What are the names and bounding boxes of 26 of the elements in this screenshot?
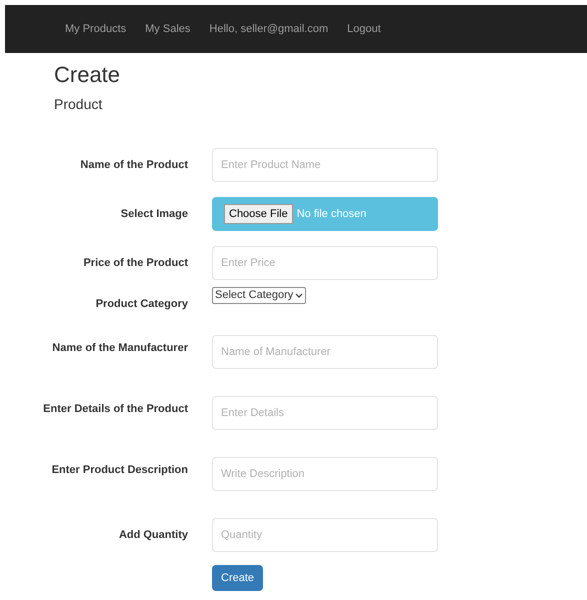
field-label: Enter Details of the Product [42,402,188,417]
field-label: Enter Product Description [50,463,188,478]
field-label: Select Image [120,207,188,222]
text-input-field[interactable]: Name of Manufacturer [212,335,438,369]
field-label: Product Category [94,297,188,312]
create-button[interactable]: Create [212,565,264,592]
nav-link[interactable]: Logout [347,20,381,38]
nav-link[interactable]: My Sales [145,20,190,38]
file-status-text: No file chosen [296,206,366,222]
text-input-field[interactable]: Quantity [212,518,438,552]
page-subheading: Product [54,95,104,114]
choose-file-button[interactable]: Choose File [224,204,293,224]
text-input-field[interactable]: Enter Price [212,246,438,280]
nav-link[interactable]: My Products [65,20,126,38]
field-label: Name of the Manufacturer [51,341,188,356]
file-input-field[interactable]: Choose File No file chosen [212,197,438,231]
page-heading: Create [54,61,122,89]
category-select[interactable]: Select Category [212,287,306,304]
field-label: Add Quantity [118,528,188,543]
text-input-field[interactable]: Enter Product Name [212,148,438,182]
text-input-field[interactable]: Enter Details [212,396,438,430]
nav-link[interactable]: Hello, seller@gmail.com [209,20,328,38]
field-label: Price of the Product [82,256,188,271]
text-input-field[interactable]: Write Description [212,457,438,491]
field-label: Name of the Product [79,158,188,173]
chevron-down-icon [295,292,304,298]
